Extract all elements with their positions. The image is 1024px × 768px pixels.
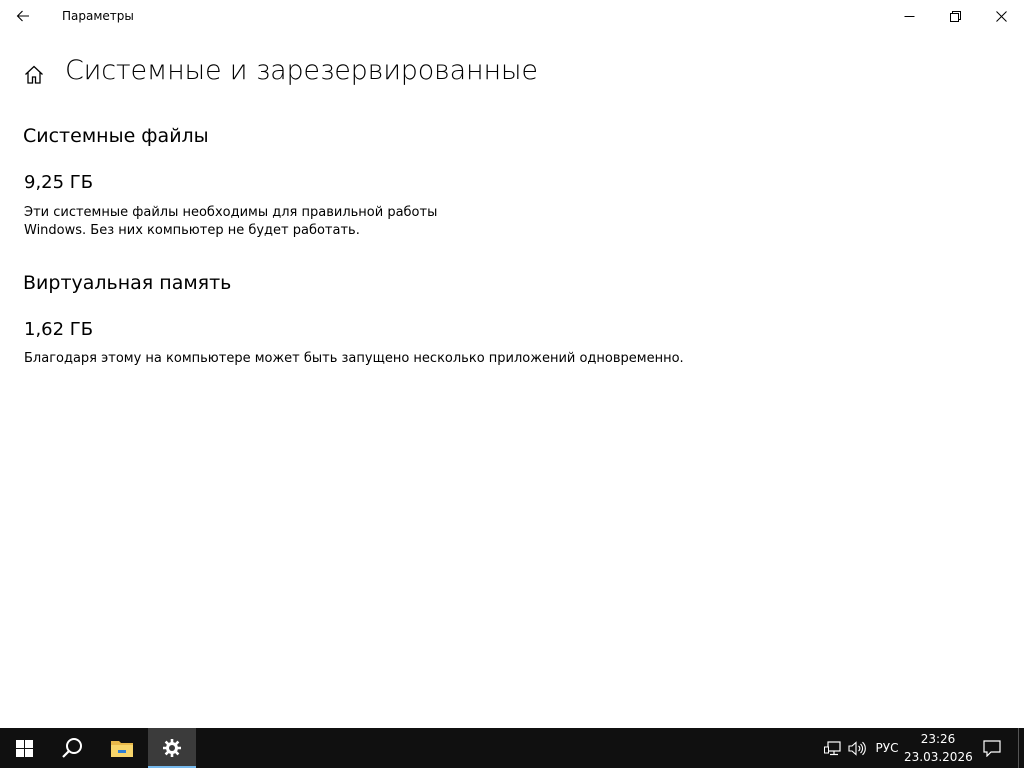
back-button[interactable]	[0, 0, 46, 32]
search-button[interactable]	[48, 728, 96, 768]
window-titlebar: Параметры	[0, 0, 1024, 32]
minimize-icon	[904, 15, 914, 17]
search-icon	[62, 738, 82, 758]
system-files-description-line1: Эти системные файлы необходимы для прави…	[24, 205, 438, 220]
taskbar: РУС 23:26 23.03.2026	[0, 728, 1024, 768]
home-button[interactable]	[20, 60, 48, 88]
start-button[interactable]	[0, 728, 48, 768]
close-icon	[995, 10, 1007, 22]
file-explorer-icon	[111, 741, 133, 757]
section-heading-virtual-memory: Виртуальная память	[23, 272, 232, 294]
taskbar-clock[interactable]: 23:26 23.03.2026	[904, 728, 973, 768]
restore-button[interactable]	[932, 0, 978, 32]
virtual-memory-description: Благодаря этому на компьютере может быть…	[24, 351, 684, 366]
action-center-icon	[983, 739, 1001, 757]
virtual-memory-size: 1,62 ГБ	[24, 319, 94, 340]
minimize-button[interactable]	[886, 0, 932, 32]
volume-tray-button[interactable]	[846, 728, 868, 768]
windows-start-icon	[15, 739, 33, 757]
network-tray-button[interactable]	[822, 728, 842, 768]
page-header: Системные и зарезервированные	[0, 52, 1024, 96]
home-icon	[25, 65, 43, 84]
action-center-button[interactable]	[972, 728, 1012, 768]
settings-taskbar-button[interactable]	[148, 728, 196, 768]
system-files-description: Эти системные файлы необходимы для прави…	[24, 204, 437, 240]
clock-date: 23.03.2026	[904, 750, 973, 764]
system-files-size: 9,25 ГБ	[24, 172, 94, 193]
system-files-description-line2: Windows. Без них компьютер не будет рабо…	[24, 223, 360, 238]
app-title: Параметры	[62, 9, 134, 23]
network-icon	[823, 740, 841, 755]
restore-icon	[949, 10, 961, 22]
show-desktop-button[interactable]	[1018, 728, 1024, 768]
volume-icon	[848, 740, 866, 756]
close-button[interactable]	[978, 0, 1024, 32]
file-explorer-button[interactable]	[98, 728, 146, 768]
clock-time: 23:26	[920, 732, 956, 746]
input-language-indicator[interactable]: РУС	[870, 728, 904, 768]
section-heading-system-files: Системные файлы	[23, 125, 209, 147]
arrow-left-icon	[16, 10, 29, 22]
settings-gear-icon	[163, 739, 181, 757]
page-title: Системные и зарезервированные	[65, 55, 538, 86]
